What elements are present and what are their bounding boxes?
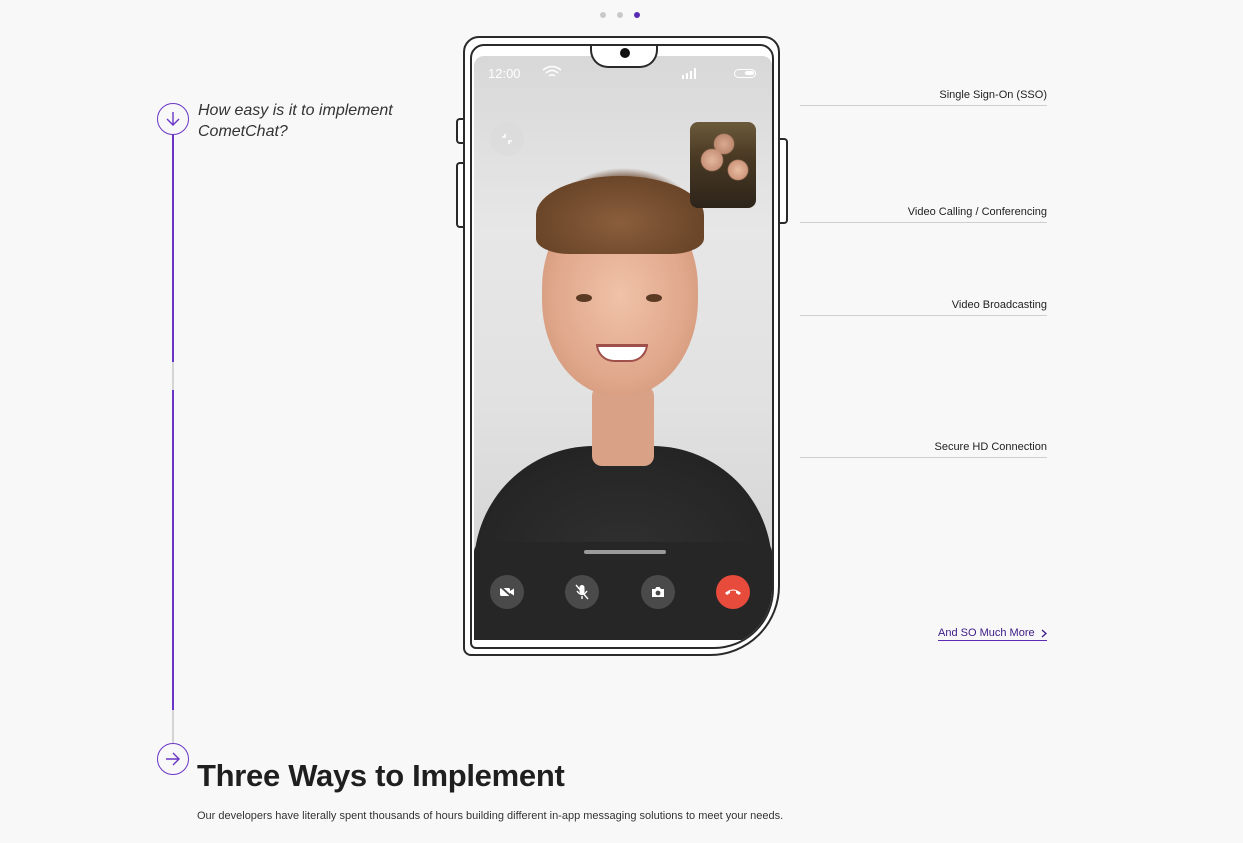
carousel-dots bbox=[600, 12, 640, 18]
feature-video-calling: Video Calling / Conferencing bbox=[800, 206, 1047, 223]
front-camera-icon bbox=[620, 48, 630, 58]
feature-secure-hd: Secure HD Connection bbox=[800, 441, 1047, 458]
signal-icon bbox=[682, 67, 698, 82]
call-controls bbox=[474, 542, 772, 640]
switch-camera-button[interactable] bbox=[641, 575, 675, 609]
timeline-gap bbox=[172, 362, 174, 390]
section-description: Our developers have literally spent thou… bbox=[197, 810, 784, 822]
video-call-screen: 12:00 bbox=[474, 56, 772, 640]
and-so-much-more-link[interactable]: And SO Much More bbox=[938, 627, 1047, 641]
section-title: Three Ways to Implement bbox=[197, 758, 565, 793]
feature-video-broadcasting: Video Broadcasting bbox=[800, 299, 1047, 316]
carousel-dot-2[interactable] bbox=[617, 12, 623, 18]
wifi-icon bbox=[542, 65, 562, 82]
phone-notch bbox=[590, 46, 658, 68]
arrow-right-circle-icon bbox=[157, 743, 189, 775]
caller-hair bbox=[536, 176, 704, 254]
status-time: 12:00 bbox=[488, 66, 521, 81]
caller-eye bbox=[576, 294, 592, 302]
timeline-question: How easy is it to implement CometChat? bbox=[198, 102, 393, 140]
caller-eye bbox=[646, 294, 662, 302]
carousel-dot-3-active[interactable] bbox=[634, 12, 640, 18]
end-call-button[interactable] bbox=[716, 575, 750, 609]
video-off-button[interactable] bbox=[490, 575, 524, 609]
timeline-gap bbox=[172, 710, 174, 744]
drag-handle[interactable] bbox=[584, 550, 666, 554]
phone-screen-frame: 12:00 bbox=[470, 44, 774, 649]
battery-icon bbox=[734, 69, 756, 78]
camera-switch-icon bbox=[652, 587, 664, 597]
carousel-dot-1[interactable] bbox=[600, 12, 606, 18]
timeline-line bbox=[172, 134, 174, 362]
mic-off-icon bbox=[575, 584, 589, 600]
chevron-right-icon bbox=[1041, 629, 1047, 637]
arrow-down-circle-icon bbox=[157, 103, 189, 135]
video-off-icon bbox=[499, 585, 514, 599]
caller-neck bbox=[592, 386, 654, 466]
minimize-icon[interactable] bbox=[490, 122, 524, 156]
timeline-line bbox=[172, 390, 174, 710]
mute-button[interactable] bbox=[565, 575, 599, 609]
phone-hangup-icon bbox=[725, 589, 741, 595]
feature-sso: Single Sign-On (SSO) bbox=[800, 89, 1047, 106]
more-link-label: And SO Much More bbox=[938, 627, 1035, 639]
pip-video[interactable] bbox=[690, 122, 756, 208]
